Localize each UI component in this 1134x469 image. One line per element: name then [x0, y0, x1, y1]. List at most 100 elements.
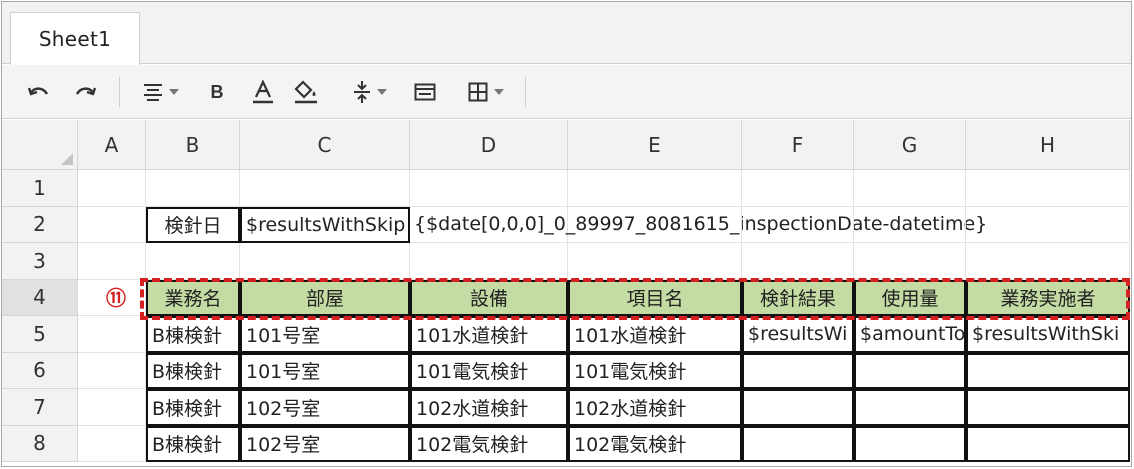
- cell-b3[interactable]: [146, 243, 240, 280]
- row-header-7[interactable]: 7: [2, 389, 78, 426]
- cell-c4[interactable]: 部屋: [240, 279, 410, 316]
- column-header-b[interactable]: B: [146, 120, 240, 170]
- redo-icon: [75, 87, 96, 96]
- row-header-6[interactable]: 6: [2, 352, 78, 389]
- cell-h2[interactable]: [966, 206, 1130, 243]
- cell-f5[interactable]: $resultsWi: [742, 316, 854, 353]
- cell-h7[interactable]: [966, 389, 1130, 426]
- cell-b5[interactable]: B棟検針: [146, 316, 240, 353]
- cell-g5[interactable]: $amountTo: [854, 316, 966, 353]
- cell-c8[interactable]: 102号室: [240, 425, 410, 462]
- column-header-f[interactable]: F: [742, 120, 854, 170]
- cell-f8[interactable]: [742, 425, 854, 462]
- sheet-tab-strip: Sheet1: [2, 2, 1131, 65]
- corner-triangle-icon: [61, 153, 73, 165]
- merge-cells-button[interactable]: [410, 73, 440, 111]
- cell-h3[interactable]: [966, 243, 1130, 280]
- row-header-2[interactable]: 2: [2, 206, 78, 243]
- cell-g7[interactable]: [854, 389, 966, 426]
- cell-e2[interactable]: [568, 206, 742, 243]
- cell-h1[interactable]: [966, 170, 1130, 207]
- column-header-h[interactable]: H: [966, 120, 1130, 170]
- cell-f4[interactable]: 検針結果: [742, 279, 854, 316]
- cell-d5[interactable]: 101水道検針: [410, 316, 568, 353]
- row-header-1[interactable]: 1: [2, 170, 78, 207]
- cell-d6[interactable]: 101電気検針: [410, 352, 568, 389]
- bold-button[interactable]: B: [204, 73, 230, 111]
- chevron-down-icon: [169, 89, 179, 95]
- cell-a1[interactable]: [78, 170, 146, 207]
- align-icon: [144, 84, 162, 101]
- cell-e8[interactable]: 102電気検針: [568, 425, 742, 462]
- select-all-corner[interactable]: [2, 120, 78, 170]
- cell-a3[interactable]: [78, 243, 146, 280]
- cell-d2[interactable]: {$date[0,0,0]_0_89997_8081615_inspection…: [410, 206, 987, 243]
- cell-a5[interactable]: [78, 316, 146, 353]
- cell-b4[interactable]: 業務名: [146, 279, 240, 316]
- undo-button[interactable]: [24, 73, 54, 111]
- cell-g3[interactable]: [854, 243, 966, 280]
- cell-c1[interactable]: [240, 170, 410, 207]
- column-header-d[interactable]: D: [410, 120, 568, 170]
- cell-c3[interactable]: [240, 243, 410, 280]
- cell-a8[interactable]: [78, 425, 146, 462]
- column-header-a[interactable]: A: [78, 120, 146, 170]
- cell-g4[interactable]: 使用量: [854, 279, 966, 316]
- cell-f7[interactable]: [742, 389, 854, 426]
- cell-d3[interactable]: [410, 243, 568, 280]
- cell-b2[interactable]: 検針日: [146, 206, 240, 243]
- column-header-e[interactable]: E: [568, 120, 742, 170]
- cell-b8[interactable]: B棟検針: [146, 425, 240, 462]
- cell-e5[interactable]: 101水道検針: [568, 316, 742, 353]
- cell-c2[interactable]: $resultsWithSkip: [240, 206, 410, 243]
- row-header-5[interactable]: 5: [2, 316, 78, 353]
- cell-f1[interactable]: [742, 170, 854, 207]
- cell-f2[interactable]: [742, 206, 854, 243]
- cell-b6[interactable]: B棟検針: [146, 352, 240, 389]
- cell-b7[interactable]: B棟検針: [146, 389, 240, 426]
- cell-g8[interactable]: [854, 425, 966, 462]
- cell-h8[interactable]: [966, 425, 1130, 462]
- borders-icon: [468, 82, 488, 102]
- fill-color-button[interactable]: [290, 73, 322, 111]
- cell-f6[interactable]: [742, 352, 854, 389]
- paint-bucket-icon: [294, 80, 317, 104]
- cell-g2[interactable]: [854, 206, 966, 243]
- cell-h4[interactable]: 業務実施者: [966, 279, 1130, 316]
- font-color-button[interactable]: [248, 73, 278, 111]
- column-header-g[interactable]: G: [854, 120, 966, 170]
- cell-e4[interactable]: 項目名: [568, 279, 742, 316]
- column-header-c[interactable]: C: [240, 120, 410, 170]
- row-header-4[interactable]: 4: [2, 279, 78, 316]
- cell-g1[interactable]: [854, 170, 966, 207]
- borders-dropdown[interactable]: [460, 73, 512, 111]
- cell-g6[interactable]: [854, 352, 966, 389]
- row-header-3[interactable]: 3: [2, 243, 78, 280]
- align-dropdown[interactable]: [136, 73, 186, 111]
- font-color-icon: [253, 80, 273, 104]
- cell-a2[interactable]: [78, 206, 146, 243]
- row-header-8[interactable]: 8: [2, 425, 78, 462]
- cell-e6[interactable]: 101電気検針: [568, 352, 742, 389]
- cell-a6[interactable]: [78, 352, 146, 389]
- cell-e3[interactable]: [568, 243, 742, 280]
- cell-c7[interactable]: 102号室: [240, 389, 410, 426]
- cell-d1[interactable]: [410, 170, 568, 207]
- vertical-align-icon: [354, 81, 370, 103]
- cell-c6[interactable]: 101号室: [240, 352, 410, 389]
- cell-c5[interactable]: 101号室: [240, 316, 410, 353]
- cell-d4[interactable]: 設備: [410, 279, 568, 316]
- sheet-tab-sheet1[interactable]: Sheet1: [10, 12, 140, 65]
- cell-e1[interactable]: [568, 170, 742, 207]
- cell-h6[interactable]: [966, 352, 1130, 389]
- cell-d8[interactable]: 102電気検針: [410, 425, 568, 462]
- cell-d7[interactable]: 102水道検針: [410, 389, 568, 426]
- redo-button[interactable]: [70, 73, 100, 111]
- cell-h5[interactable]: $resultsWithSki: [966, 316, 1130, 353]
- toolbar: B: [2, 65, 1131, 119]
- cell-f3[interactable]: [742, 243, 854, 280]
- cell-e7[interactable]: 102水道検針: [568, 389, 742, 426]
- valign-dropdown[interactable]: [344, 73, 396, 111]
- cell-a7[interactable]: [78, 389, 146, 426]
- cell-b1[interactable]: [146, 170, 240, 207]
